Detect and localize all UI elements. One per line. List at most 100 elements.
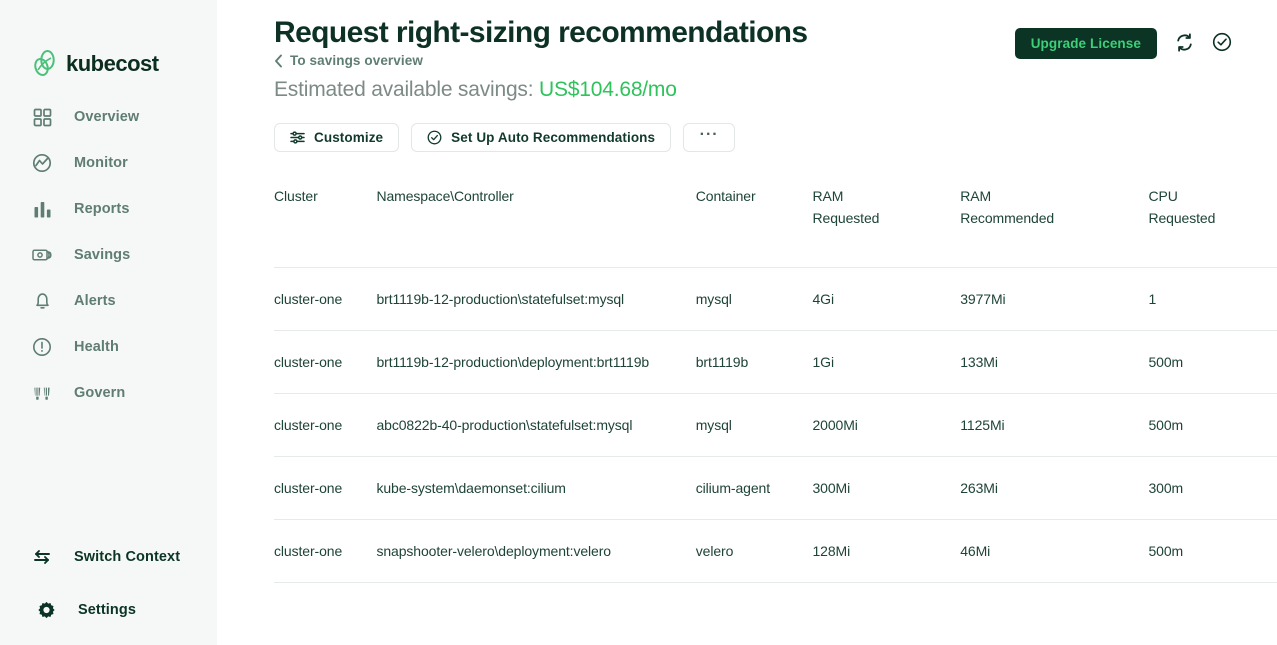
refresh-button[interactable] bbox=[1173, 33, 1195, 55]
auto-recommendations-label: Set Up Auto Recommendations bbox=[451, 130, 655, 145]
cell-container: velero bbox=[696, 520, 813, 583]
cell-container: cilium-agent bbox=[696, 457, 813, 520]
switch-arrows-icon bbox=[31, 546, 53, 568]
breadcrumb-to-savings-overview[interactable]: To savings overview bbox=[274, 53, 423, 68]
column-header-line2: Recommended bbox=[960, 207, 1148, 229]
money-icon bbox=[31, 244, 53, 266]
recommendations-table: Cluster Namespace\Controller Container R… bbox=[274, 185, 1277, 583]
status-check-button[interactable] bbox=[1211, 33, 1233, 55]
cell-cluster: cluster-one bbox=[274, 394, 376, 457]
cell-cpu-requested: 300m bbox=[1148, 457, 1277, 520]
action-toolbar: Customize Set Up Auto Recommendations ··… bbox=[217, 123, 1277, 152]
govern-icon bbox=[31, 382, 53, 404]
sidebar-item-label: Overview bbox=[74, 109, 139, 125]
sidebar: kubecost Overview bbox=[0, 0, 217, 645]
app-root: kubecost Overview bbox=[0, 0, 1277, 645]
kubecost-logo-icon bbox=[32, 50, 58, 78]
cell-cluster: cluster-one bbox=[274, 457, 376, 520]
column-header-line2: Requested bbox=[813, 207, 961, 229]
column-header-line1: Container bbox=[696, 185, 813, 207]
set-up-auto-recommendations-button[interactable]: Set Up Auto Recommendations bbox=[411, 123, 671, 152]
column-header-line1: RAM bbox=[960, 185, 1148, 207]
cell-container: mysql bbox=[696, 268, 813, 331]
activity-circle-icon bbox=[31, 152, 53, 174]
column-header-container[interactable]: Container bbox=[696, 185, 813, 268]
sidebar-item-reports[interactable]: Reports bbox=[0, 186, 217, 232]
sidebar-item-label: Monitor bbox=[74, 155, 128, 171]
sidebar-item-switch-context[interactable]: Switch Context bbox=[0, 534, 217, 580]
sliders-icon bbox=[290, 130, 305, 145]
recommendations-table-container: Cluster Namespace\Controller Container R… bbox=[217, 185, 1277, 583]
cell-ram-recommended: 1125Mi bbox=[960, 394, 1148, 457]
gear-icon bbox=[35, 599, 57, 621]
cell-cpu-requested: 500m bbox=[1148, 394, 1277, 457]
column-header-line1: Namespace\Controller bbox=[376, 185, 679, 207]
check-circle-icon bbox=[427, 130, 442, 145]
column-header-ram-requested[interactable]: RAM Requested bbox=[813, 185, 961, 268]
cell-ram-requested: 1Gi bbox=[813, 331, 961, 394]
sidebar-nav: Overview Monitor bbox=[0, 94, 217, 416]
sidebar-item-savings[interactable]: Savings bbox=[0, 232, 217, 278]
sidebar-item-monitor[interactable]: Monitor bbox=[0, 140, 217, 186]
cell-cluster: cluster-one bbox=[274, 520, 376, 583]
sidebar-item-label: Govern bbox=[74, 385, 125, 401]
sidebar-item-alerts[interactable]: Alerts bbox=[0, 278, 217, 324]
sidebar-item-label: Settings bbox=[78, 602, 136, 618]
cell-namespace-controller: brt1119b-12-production\statefulset:mysql bbox=[376, 268, 695, 331]
cell-container: mysql bbox=[696, 394, 813, 457]
table-body: cluster-one brt1119b-12-production\state… bbox=[274, 268, 1277, 583]
header-actions: Upgrade License bbox=[1015, 28, 1233, 59]
cell-cpu-requested: 1 bbox=[1148, 268, 1277, 331]
cell-ram-requested: 300Mi bbox=[813, 457, 961, 520]
table-row[interactable]: cluster-one snapshooter-velero\deploymen… bbox=[274, 520, 1277, 583]
cell-ram-recommended: 3977Mi bbox=[960, 268, 1148, 331]
column-header-ram-recommended[interactable]: RAM Recommended bbox=[960, 185, 1148, 268]
estimated-savings-value: US$104.68/mo bbox=[539, 78, 677, 101]
logo-text: kubecost bbox=[66, 53, 159, 75]
table-row[interactable]: cluster-one abc0822b-40-production\state… bbox=[274, 394, 1277, 457]
table-head: Cluster Namespace\Controller Container R… bbox=[274, 185, 1277, 268]
bell-icon bbox=[31, 290, 53, 312]
sidebar-item-label: Reports bbox=[74, 201, 130, 217]
cell-cpu-requested: 500m bbox=[1148, 331, 1277, 394]
sidebar-item-overview[interactable]: Overview bbox=[0, 94, 217, 140]
sidebar-bottom: Switch Context Settings bbox=[0, 534, 217, 645]
sidebar-item-settings[interactable]: Settings bbox=[0, 589, 217, 631]
sidebar-item-label: Savings bbox=[74, 247, 130, 263]
bar-chart-icon bbox=[31, 198, 53, 220]
cell-namespace-controller: kube-system\daemonset:cilium bbox=[376, 457, 695, 520]
check-circle-icon bbox=[1212, 32, 1232, 55]
logo[interactable]: kubecost bbox=[0, 0, 217, 84]
sidebar-item-govern[interactable]: Govern bbox=[0, 370, 217, 416]
column-header-namespace-controller[interactable]: Namespace\Controller bbox=[376, 185, 695, 268]
table-header-row: Cluster Namespace\Controller Container R… bbox=[274, 185, 1277, 268]
cell-ram-recommended: 263Mi bbox=[960, 457, 1148, 520]
cell-cpu-requested: 500m bbox=[1148, 520, 1277, 583]
column-header-line1: RAM bbox=[813, 185, 961, 207]
cell-ram-recommended: 46Mi bbox=[960, 520, 1148, 583]
cell-namespace-controller: brt1119b-12-production\deployment:brt111… bbox=[376, 331, 695, 394]
sidebar-item-label: Health bbox=[74, 339, 119, 355]
table-row[interactable]: cluster-one brt1119b-12-production\state… bbox=[274, 268, 1277, 331]
grid-icon bbox=[31, 106, 53, 128]
cell-namespace-controller: snapshooter-velero\deployment:velero bbox=[376, 520, 695, 583]
table-row[interactable]: cluster-one brt1119b-12-production\deplo… bbox=[274, 331, 1277, 394]
main-content: Request right-sizing recommendations To … bbox=[217, 0, 1277, 645]
cell-cluster: cluster-one bbox=[274, 331, 376, 394]
estimated-savings: Estimated available savings: US$104.68/m… bbox=[274, 77, 1277, 103]
refresh-icon bbox=[1175, 33, 1194, 55]
column-header-cpu-requested[interactable]: CPU Requested bbox=[1148, 185, 1277, 268]
sidebar-item-health[interactable]: Health bbox=[0, 324, 217, 370]
sidebar-item-label: Alerts bbox=[74, 293, 116, 309]
customize-label: Customize bbox=[314, 130, 383, 145]
cell-ram-requested: 4Gi bbox=[813, 268, 961, 331]
breadcrumb-label: To savings overview bbox=[290, 53, 423, 68]
upgrade-license-button[interactable]: Upgrade License bbox=[1015, 28, 1157, 59]
customize-button[interactable]: Customize bbox=[274, 123, 399, 152]
column-header-line1: CPU bbox=[1148, 185, 1277, 207]
column-header-cluster[interactable]: Cluster bbox=[274, 185, 376, 268]
more-options-button[interactable]: ··· bbox=[683, 123, 735, 152]
chevron-left-icon bbox=[274, 54, 283, 68]
table-row[interactable]: cluster-one kube-system\daemonset:cilium… bbox=[274, 457, 1277, 520]
cell-container: brt1119b bbox=[696, 331, 813, 394]
